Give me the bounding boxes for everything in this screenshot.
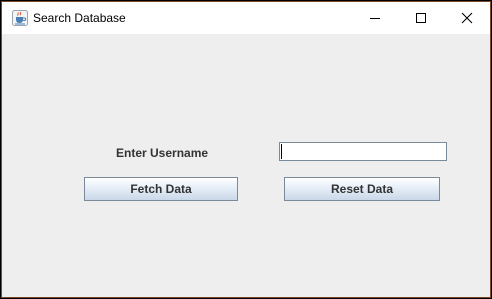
java-coffee-cup-icon[interactable]	[12, 10, 28, 26]
close-icon	[461, 12, 473, 24]
reset-data-button[interactable]: Reset Data	[284, 177, 440, 201]
text-caret	[281, 144, 282, 159]
minimize-icon	[370, 18, 380, 19]
maximize-icon	[416, 13, 426, 23]
window-title: Search Database	[33, 11, 126, 25]
content-panel: Enter Username Fetch Data Reset Data	[2, 34, 490, 297]
app-window: Search Database Enter Username Fetch Dat…	[1, 1, 491, 298]
fetch-data-button[interactable]: Fetch Data	[84, 177, 238, 201]
title-bar[interactable]: Search Database	[2, 2, 490, 34]
username-label: Enter Username	[116, 146, 209, 160]
maximize-button[interactable]	[398, 2, 444, 34]
minimize-button[interactable]	[352, 2, 398, 34]
username-input[interactable]	[279, 142, 447, 161]
close-button[interactable]	[444, 2, 490, 34]
